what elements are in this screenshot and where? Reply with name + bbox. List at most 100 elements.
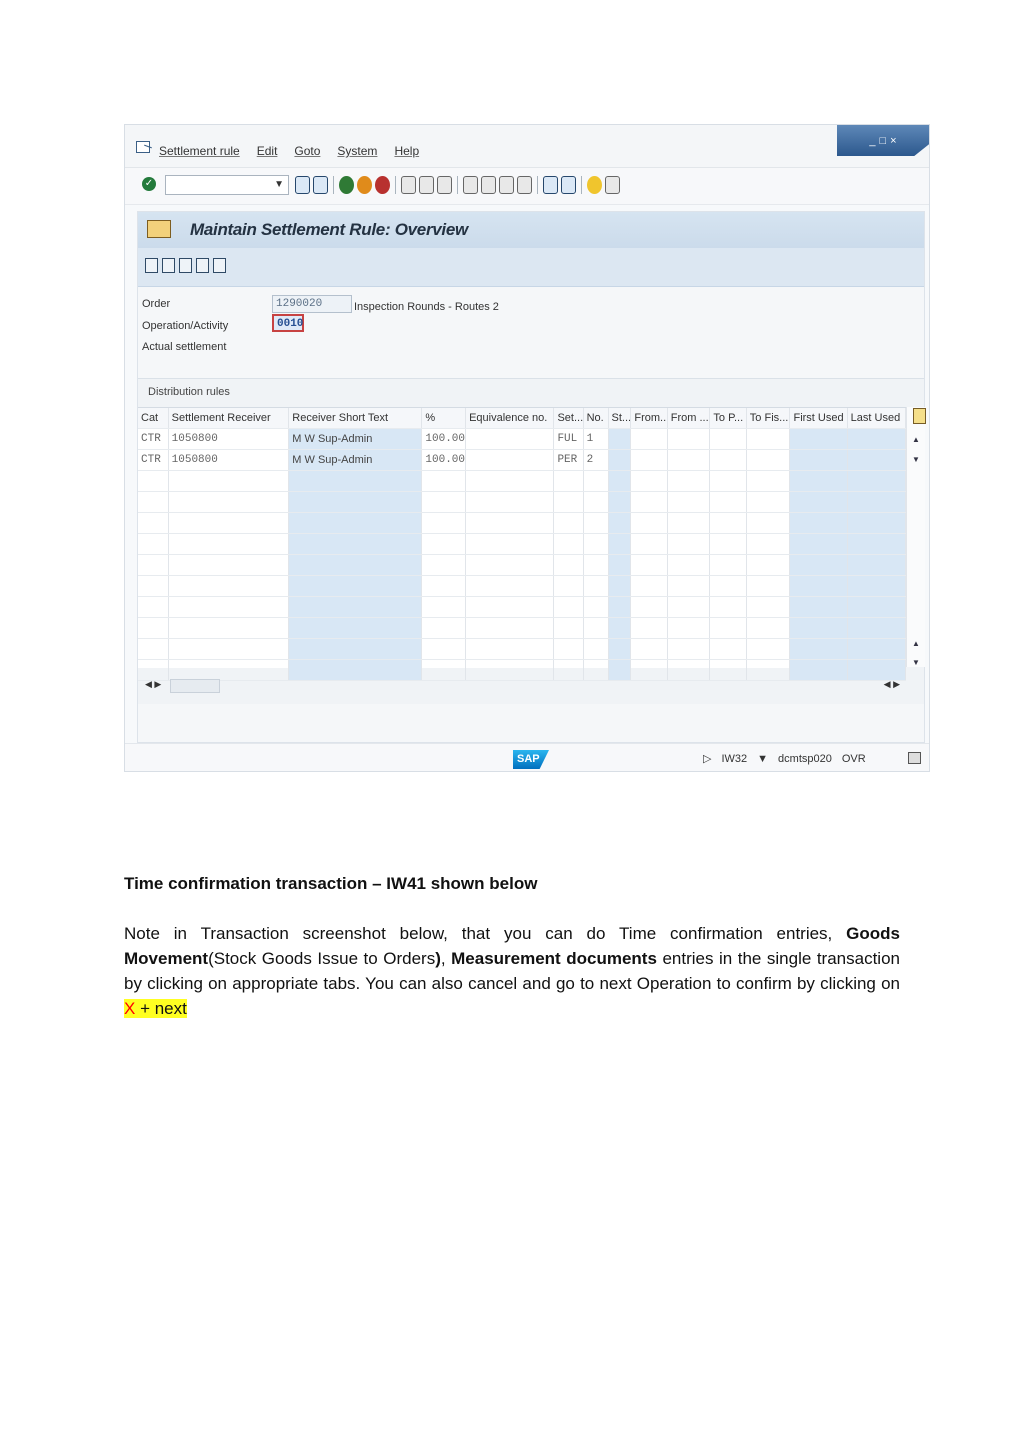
layout-icon[interactable] (543, 176, 558, 194)
scroll-down-icon[interactable]: ▼ (912, 455, 920, 464)
cell-first-used (789, 449, 848, 471)
menu-goto[interactable]: Goto (294, 144, 320, 158)
operation-field[interactable]: 0010 (272, 314, 304, 332)
cell-to-period[interactable] (709, 449, 747, 471)
last-page-icon[interactable] (517, 176, 532, 194)
empty-row[interactable] (138, 596, 907, 618)
restore-icon[interactable]: □ (880, 135, 887, 147)
col-receiver-short-text[interactable]: Receiver Short Text (288, 408, 423, 429)
empty-row[interactable] (138, 470, 907, 492)
cell-to-period[interactable] (709, 428, 747, 450)
col-equivalence-no[interactable]: Equivalence no. (465, 408, 555, 429)
cell-settlement-type[interactable]: FUL (553, 428, 584, 450)
cell-from-period[interactable] (630, 428, 668, 450)
menu-system[interactable]: System (337, 144, 377, 158)
session-icon[interactable] (561, 176, 576, 194)
lock-icon[interactable] (908, 752, 921, 764)
col-last-used[interactable]: Last Used (847, 408, 907, 429)
col-cat[interactable]: Cat (138, 408, 169, 429)
back-icon[interactable] (339, 176, 354, 194)
status-expand-icon[interactable]: ▷ (703, 752, 711, 765)
scroll-bottom-down-icon[interactable]: ▼ (912, 658, 920, 667)
table-row[interactable]: CTR 1050800 M W Sup-Admin 100.00 FUL 1 (138, 428, 907, 450)
order-field[interactable]: 1290020 (272, 295, 352, 313)
cell-from-fiscal-year[interactable] (667, 428, 711, 450)
distribution-rules-panel: Distribution rules Cat Settlement Receiv… (138, 378, 926, 704)
transaction-dropdown-icon[interactable]: ▼ (757, 753, 768, 765)
menu-icon[interactable] (136, 141, 150, 153)
cell-settlement-receiver[interactable]: 1050800 (168, 428, 290, 450)
save-settlement-icon[interactable] (179, 258, 192, 273)
new-entry-icon[interactable] (162, 258, 175, 273)
first-page-icon[interactable] (463, 176, 478, 194)
cell-percent[interactable]: 100.00 (421, 449, 467, 471)
minimize-icon[interactable]: _ (869, 135, 875, 147)
cell-cat[interactable]: CTR (138, 449, 169, 471)
col-to-period[interactable]: To P... (709, 408, 747, 429)
col-settlement-type[interactable]: Set... (553, 408, 584, 429)
next-page-icon[interactable] (499, 176, 514, 194)
empty-row[interactable] (138, 554, 907, 576)
col-from-period[interactable]: From... (630, 408, 668, 429)
input-mode[interactable]: OVR (842, 753, 866, 765)
empty-row[interactable] (138, 533, 907, 555)
chevron-down-icon[interactable]: ▼ (274, 179, 284, 190)
empty-row[interactable] (138, 575, 907, 597)
cancel-icon[interactable] (375, 176, 390, 194)
find-icon[interactable] (419, 176, 434, 194)
menu-settlement-rule[interactable]: Settlement rule (159, 144, 240, 158)
col-from-fiscal-year[interactable]: From ... (667, 408, 711, 429)
col-percent[interactable]: % (421, 408, 467, 429)
help-icon[interactable] (587, 176, 602, 194)
back-arrow-icon[interactable] (295, 176, 310, 194)
table-row[interactable]: CTR 1050800 M W Sup-Admin 100.00 PER 2 (138, 449, 907, 471)
cell-no[interactable]: 2 (583, 449, 609, 471)
close-icon[interactable]: × (890, 135, 896, 147)
vertical-scrollbar[interactable]: ▲ ▼ ▲ ▼ (906, 407, 926, 667)
copy-icon[interactable] (145, 258, 158, 273)
col-no[interactable]: No. (583, 408, 609, 429)
empty-row[interactable] (138, 491, 907, 513)
cell-from-fiscal-year[interactable] (667, 449, 711, 471)
scroll-right-icon[interactable]: ◀ ▶ (884, 679, 900, 690)
scroll-bottom-up-icon[interactable]: ▲ (912, 639, 920, 648)
cell-to-fiscal-year[interactable] (746, 449, 791, 471)
empty-row[interactable] (138, 638, 907, 660)
structure-icon[interactable] (213, 258, 226, 273)
col-to-fiscal-year[interactable]: To Fis... (746, 408, 791, 429)
cell-equivalence-no[interactable] (465, 428, 555, 450)
measurement-documents-text: Measurement documents (451, 949, 657, 968)
cell-settlement-receiver[interactable]: 1050800 (168, 449, 290, 471)
print-icon[interactable] (401, 176, 416, 194)
empty-row[interactable] (138, 512, 907, 534)
scroll-left-icon[interactable]: ◀ ▶ (145, 679, 161, 690)
cell-equivalence-no[interactable] (465, 449, 555, 471)
cell-to-fiscal-year[interactable] (746, 428, 791, 450)
cell-percent[interactable]: 100.00 (421, 428, 467, 450)
cell-cat[interactable]: CTR (138, 428, 169, 450)
horizontal-scrollbar[interactable]: ◀ ▶ ◀ ▶ (138, 679, 924, 695)
command-field[interactable]: ▼ (165, 175, 289, 195)
document-text: , (440, 949, 452, 968)
settings-icon[interactable] (605, 176, 620, 194)
col-settlement-receiver[interactable]: Settlement Receiver (168, 408, 290, 429)
scroll-up-icon[interactable]: ▲ (912, 435, 920, 444)
cell-last-used (847, 428, 907, 450)
col-first-used[interactable]: First Used (789, 408, 848, 429)
save-icon[interactable] (313, 176, 328, 194)
col-status[interactable]: St... (608, 408, 632, 429)
menu-help[interactable]: Help (394, 144, 419, 158)
menu-edit[interactable]: Edit (257, 144, 278, 158)
hierarchy-icon[interactable] (196, 258, 209, 273)
cell-from-period[interactable] (630, 449, 668, 471)
empty-row[interactable] (138, 617, 907, 639)
enter-icon[interactable]: ✓ (142, 177, 156, 191)
previous-page-icon[interactable] (481, 176, 496, 194)
empty-row[interactable] (138, 659, 907, 681)
horizontal-scroll-thumb[interactable] (170, 679, 220, 693)
cell-settlement-type[interactable]: PER (553, 449, 584, 471)
find-next-icon[interactable] (437, 176, 452, 194)
cell-no[interactable]: 1 (583, 428, 609, 450)
exit-icon[interactable] (357, 176, 372, 194)
column-settings-icon[interactable] (913, 408, 926, 424)
